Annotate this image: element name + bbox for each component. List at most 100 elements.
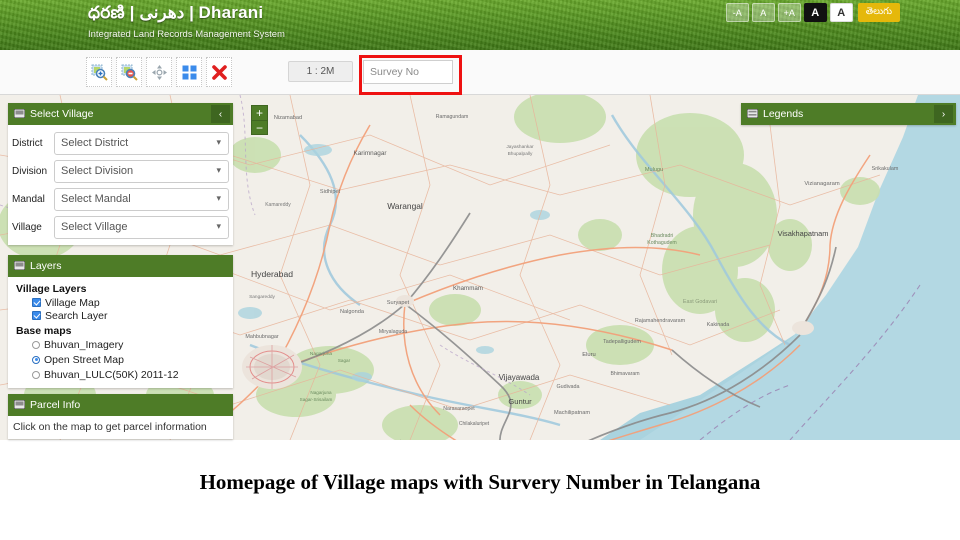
survey-search-group bbox=[363, 60, 453, 84]
chevron-down-icon: ▾ bbox=[216, 220, 221, 231]
zoom-in-button[interactable]: + bbox=[251, 105, 268, 120]
village-layers-group-label: Village Layers bbox=[16, 283, 87, 295]
map-place-label: Rajamahendravaram bbox=[635, 318, 686, 324]
radio-icon[interactable] bbox=[32, 340, 40, 349]
window-icon bbox=[13, 396, 26, 414]
division-value: Select Division bbox=[61, 165, 134, 177]
layers-body: Village Layers Village Map Search Layer … bbox=[8, 277, 233, 388]
basemap-open-street-map[interactable]: Open Street Map bbox=[32, 353, 225, 366]
map-place-label: Mulugu bbox=[645, 167, 663, 173]
select-village-header: Select Village ‹ bbox=[8, 103, 233, 125]
map-place-label: Jayashankar bbox=[506, 144, 534, 150]
layer-village-map[interactable]: Village Map bbox=[32, 296, 225, 309]
checkbox-icon[interactable] bbox=[32, 298, 41, 307]
village-select[interactable]: Select Village ▾ bbox=[54, 215, 229, 239]
parcel-info-title: Parcel Info bbox=[30, 399, 81, 411]
mandal-label: Mandal bbox=[12, 193, 45, 205]
legends-title: Legends bbox=[763, 108, 804, 120]
zoom-out-tool[interactable] bbox=[116, 57, 142, 87]
basemap-bhuvan-lulc-label: Bhuvan_LULC(50K) 2011-12 bbox=[44, 368, 179, 381]
map-place-label: Mahbubnagar bbox=[245, 334, 278, 340]
district-select[interactable]: Select District ▾ bbox=[54, 131, 229, 155]
zoom-in-tool[interactable] bbox=[86, 57, 112, 87]
basemap-bhuvan-imagery[interactable]: Bhuvan_Imagery bbox=[32, 338, 225, 351]
map-place-label: Srikakulam bbox=[872, 166, 899, 172]
chevron-down-icon: ▾ bbox=[216, 164, 221, 175]
basemap-bhuvan-imagery-label: Bhuvan_Imagery bbox=[44, 338, 124, 351]
map-place-label: Nagarjuna bbox=[310, 390, 332, 395]
radio-icon-selected[interactable] bbox=[32, 355, 40, 364]
map-place-label: Bhimavaram bbox=[610, 371, 639, 377]
layers-panel: Layers Village Layers Village Map Search… bbox=[8, 255, 233, 388]
layer-search-layer-label: Search Layer bbox=[45, 309, 108, 322]
clear-tool[interactable] bbox=[206, 57, 232, 87]
map-place-label: Sagar bbox=[338, 358, 351, 363]
legends-expand-button[interactable]: › bbox=[934, 105, 953, 123]
zoom-extent-tool[interactable] bbox=[176, 57, 202, 87]
accessibility-toolbar: -A A +A A A తెలుగు bbox=[725, 3, 900, 22]
chevron-down-icon: ▾ bbox=[216, 136, 221, 147]
layer-village-map-label: Village Map bbox=[45, 296, 100, 309]
font-decrease-button[interactable]: -A bbox=[725, 3, 749, 22]
mandal-value: Select Mandal bbox=[61, 193, 131, 205]
map-place-label: Visakhapatnam bbox=[778, 229, 829, 238]
brand-title: ధరణి | دهرنی | Dharani bbox=[88, 3, 264, 22]
map-place-label: Sagar-Srisailam bbox=[300, 397, 333, 402]
district-row: District Select District ▾ bbox=[8, 129, 233, 157]
zoom-out-button[interactable]: − bbox=[251, 120, 268, 135]
map-place-label: Nizamabad bbox=[274, 115, 302, 121]
map-place-label: Tadepalligudem bbox=[603, 339, 641, 345]
district-label: District bbox=[12, 137, 43, 149]
base-maps-group-label: Base maps bbox=[16, 325, 72, 337]
division-select[interactable]: Select Division ▾ bbox=[54, 159, 229, 183]
window-icon bbox=[13, 105, 26, 123]
select-village-panel: Select Village ‹ District Select Distric… bbox=[8, 103, 233, 245]
language-telugu-button[interactable]: తెలుగు bbox=[857, 3, 900, 22]
figure-caption: Homepage of Village maps with Survery Nu… bbox=[199, 470, 761, 494]
checkbox-icon[interactable] bbox=[32, 311, 41, 320]
legend-icon bbox=[746, 105, 759, 123]
font-normal-button[interactable]: A bbox=[751, 3, 775, 22]
radio-icon[interactable] bbox=[32, 370, 40, 379]
map-scale-display: 1 : 2M bbox=[288, 61, 353, 82]
village-row: Village Select Village ▾ bbox=[8, 213, 233, 241]
map-place-label: East Godavari bbox=[683, 299, 717, 305]
map-tools-group bbox=[86, 57, 232, 87]
map-place-label: Sidhipet bbox=[320, 189, 341, 195]
map-place-label: Ramagundam bbox=[436, 114, 469, 120]
chevron-down-icon: ▾ bbox=[216, 192, 221, 203]
font-increase-button[interactable]: +A bbox=[777, 3, 801, 22]
survey-no-input[interactable] bbox=[363, 60, 453, 84]
mandal-select[interactable]: Select Mandal ▾ bbox=[54, 187, 229, 211]
site-header: ధరణి | دهرنی | Dharani Integrated Land R… bbox=[0, 0, 960, 50]
map-place-label: Machilipatnam bbox=[554, 410, 590, 416]
brand: ధరణి | دهرنی | Dharani Integrated Land R… bbox=[88, 3, 285, 40]
parcel-info-header: Parcel Info bbox=[8, 394, 233, 416]
brand-subtitle: Integrated Land Records Management Syste… bbox=[88, 29, 285, 40]
map-place-label: Bhadradri bbox=[651, 233, 674, 239]
map-place-label: Nalgonda bbox=[340, 309, 365, 315]
map-toolbar: 1 : 2M bbox=[0, 50, 960, 134]
division-label: Division bbox=[12, 165, 48, 177]
select-village-collapse-button[interactable]: ‹ bbox=[211, 105, 230, 123]
layer-search-layer[interactable]: Search Layer bbox=[32, 309, 225, 322]
map-place-label: Miryalaguda bbox=[379, 329, 407, 335]
map-place-label: Narasaraopet bbox=[443, 406, 475, 412]
map-place-label: Warangal bbox=[387, 201, 423, 211]
window-icon bbox=[13, 257, 26, 275]
application-window: ధరణి | دهرنی | Dharani Integrated Land R… bbox=[0, 0, 960, 540]
normal-contrast-button[interactable]: A bbox=[829, 3, 853, 22]
high-contrast-button[interactable]: A bbox=[803, 3, 827, 22]
basemap-bhuvan-lulc[interactable]: Bhuvan_LULC(50K) 2011-12 bbox=[32, 368, 225, 381]
map-place-label: Vijayawada bbox=[499, 373, 540, 382]
map-place-label: Hyderabad bbox=[251, 269, 293, 279]
map-place-label: Kakinada bbox=[707, 322, 729, 328]
district-value: Select District bbox=[61, 137, 129, 149]
layers-title: Layers bbox=[30, 260, 62, 272]
mandal-row: Mandal Select Mandal ▾ bbox=[8, 185, 233, 213]
map-place-label: Chilakaluripet bbox=[459, 421, 490, 427]
pan-tool[interactable] bbox=[146, 57, 172, 87]
map-place-label: Gudivada bbox=[556, 384, 579, 390]
village-value: Select Village bbox=[61, 221, 128, 233]
parcel-info-panel: Parcel Info Click on the map to get parc… bbox=[8, 394, 233, 439]
